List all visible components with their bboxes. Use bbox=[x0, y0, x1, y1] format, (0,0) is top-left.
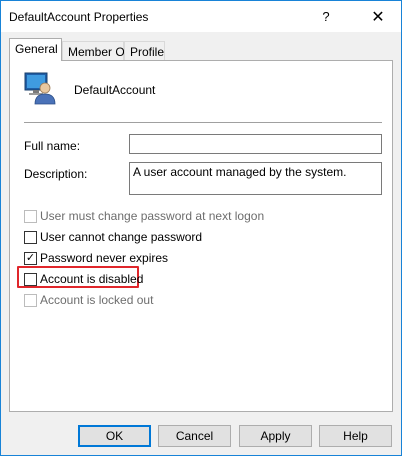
checkbox-box[interactable] bbox=[24, 272, 37, 286]
cannot-change-password-checkbox[interactable]: User cannot change password bbox=[24, 230, 202, 244]
checkbox-label: User must change password at next logon bbox=[40, 209, 265, 223]
divider bbox=[24, 122, 382, 123]
properties-dialog: DefaultAccount Properties ? ✕ General Me… bbox=[0, 0, 402, 456]
tab-member-of[interactable]: Member Of bbox=[62, 41, 128, 61]
checkbox-label: Account is locked out bbox=[40, 293, 154, 307]
account-name: DefaultAccount bbox=[74, 83, 156, 97]
must-change-password-checkbox: User must change password at next logon bbox=[24, 209, 264, 223]
checkbox-box[interactable] bbox=[24, 230, 37, 244]
tab-general[interactable]: General bbox=[9, 38, 62, 61]
checkbox-label: Account is disabled bbox=[40, 272, 144, 286]
window-title: DefaultAccount Properties bbox=[9, 10, 149, 24]
checkbox-label: Password never expires bbox=[40, 251, 169, 265]
full-name-input[interactable] bbox=[129, 134, 382, 154]
checkbox-box bbox=[24, 209, 37, 223]
password-never-expires-checkbox[interactable]: ✓ Password never expires bbox=[24, 251, 168, 265]
apply-button[interactable]: Apply bbox=[239, 425, 312, 447]
help-icon[interactable]: ? bbox=[303, 1, 349, 32]
tab-label: Member Of bbox=[68, 45, 129, 59]
checkbox-box bbox=[24, 293, 37, 307]
user-account-icon bbox=[24, 72, 56, 105]
account-locked-out-checkbox: Account is locked out bbox=[24, 293, 153, 307]
account-disabled-checkbox[interactable]: Account is disabled bbox=[24, 272, 143, 286]
full-name-label: Full name: bbox=[24, 139, 81, 153]
checkmark-icon[interactable]: ✓ bbox=[24, 251, 37, 265]
description-label: Description: bbox=[24, 167, 88, 181]
title-bar[interactable]: DefaultAccount Properties ? ✕ bbox=[1, 1, 401, 32]
close-icon[interactable]: ✕ bbox=[355, 1, 401, 32]
help-button[interactable]: Help bbox=[319, 425, 392, 447]
ok-button[interactable]: OK bbox=[78, 425, 151, 447]
tab-profile[interactable]: Profile bbox=[124, 41, 165, 61]
tab-label: General bbox=[15, 42, 58, 56]
cancel-button[interactable]: Cancel bbox=[158, 425, 231, 447]
checkbox-label: User cannot change password bbox=[40, 230, 203, 244]
general-tab-panel: DefaultAccount Full name: Description: A… bbox=[9, 60, 393, 412]
description-input[interactable]: A user account managed by the system. bbox=[129, 162, 382, 195]
tab-label: Profile bbox=[130, 45, 165, 59]
